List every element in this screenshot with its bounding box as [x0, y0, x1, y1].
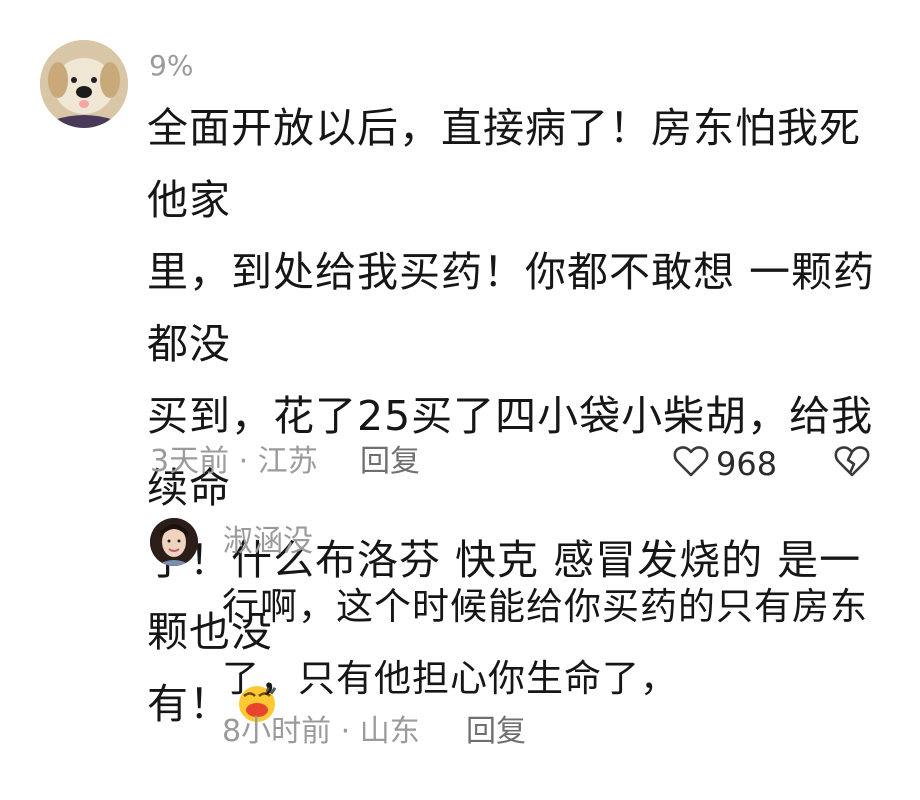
reply-timestamp-location: 8小时前 · 山东: [222, 714, 420, 749]
puppy-avatar-icon: [40, 40, 128, 128]
avatar[interactable]: [40, 40, 128, 128]
woman-avatar-icon: [150, 518, 198, 566]
comment-reply-button[interactable]: 回复: [360, 447, 420, 477]
comment-timestamp-location: 3天前 · 江苏: [150, 444, 318, 479]
reply-text: 行啊，这个时候能给你买药的只有房东 了，只有他担心你生命了，: [222, 585, 868, 700]
reply-avatar[interactable]: [150, 518, 198, 566]
heart-outline-icon[interactable]: [672, 442, 710, 480]
reply-reply-button[interactable]: 回复: [466, 717, 526, 747]
comment-username[interactable]: 9%: [149, 52, 193, 80]
reply-username[interactable]: 淑涵没: [223, 527, 313, 557]
like-count: 968: [716, 445, 778, 483]
broken-heart-icon[interactable]: [833, 442, 871, 480]
